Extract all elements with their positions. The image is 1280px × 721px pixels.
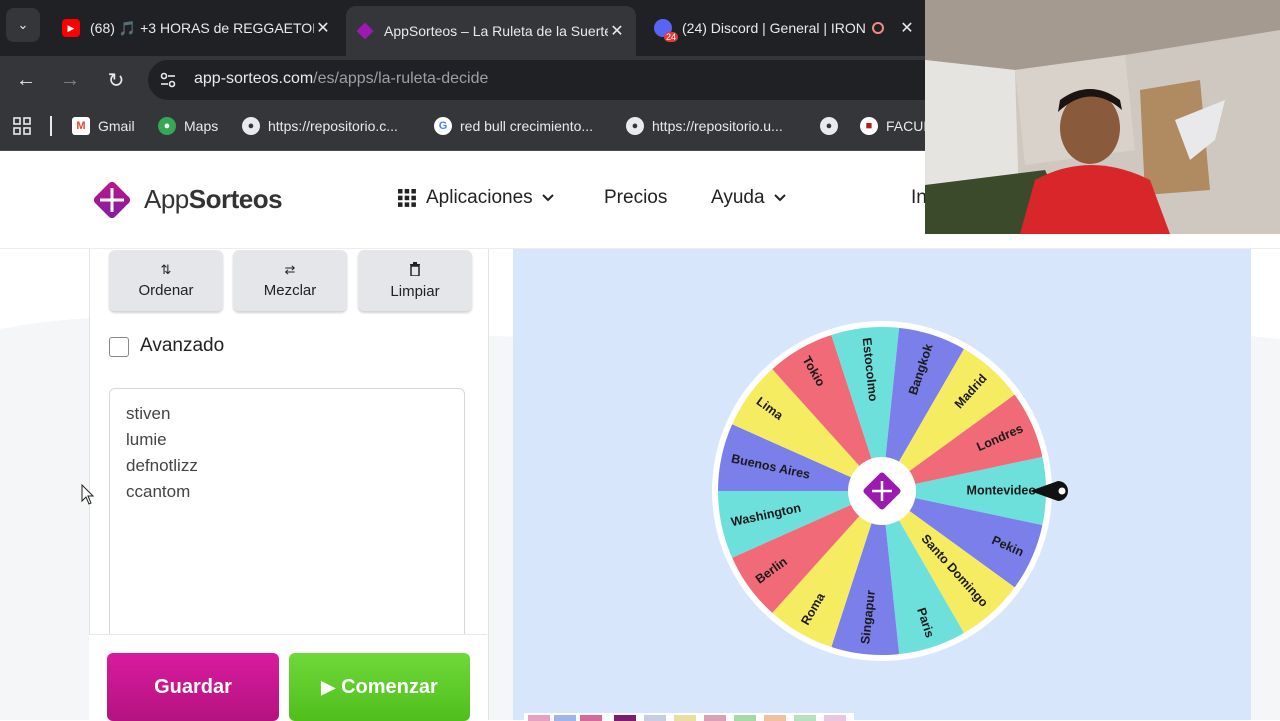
tab-title: AppSorteos – La Ruleta de la Suerte (384, 23, 608, 39)
nav-help-label: Ayuda (711, 187, 765, 208)
recording-icon (872, 22, 884, 34)
apps-grid-icon[interactable] (12, 116, 32, 136)
wheel-peg (768, 612, 774, 617)
clear-button[interactable]: Limpiar (358, 250, 472, 311)
wheel-peg (962, 632, 968, 637)
nav-help[interactable]: Ayuda (711, 187, 787, 209)
chevron-down-icon (773, 194, 786, 202)
shuffle-label: Mezclar (263, 282, 317, 299)
name-entry: defnotlizz (126, 456, 198, 475)
start-label: Comenzar (341, 675, 438, 698)
bookmark-repositorio-c[interactable]: ● https://repositorio.c... (242, 116, 398, 136)
nav-apps-label: Aplicaciones (426, 187, 533, 208)
wheel-peg (962, 345, 968, 350)
roulette-wheel[interactable]: MontevideoPekinSanto DomingoParisSingapu… (700, 318, 1080, 668)
tab-title: (24) Discord | General | IRON (682, 20, 866, 36)
bookmark-gmail[interactable]: M Gmail (72, 116, 135, 136)
appsorteos-logo-icon[interactable] (88, 176, 136, 224)
youtube-icon: ▶ (62, 19, 80, 37)
globe-icon: ● (242, 117, 260, 135)
wheel-peg (1014, 586, 1019, 591)
maps-icon: ● (158, 117, 176, 135)
wheel-peg (768, 365, 774, 370)
bookmark-label: Maps (184, 118, 219, 134)
bookmark-maps[interactable]: ● Maps (158, 116, 218, 136)
url-text[interactable]: app-sorteos.com/es/apps/la-ruleta-decide (194, 70, 488, 88)
wheel-peg (728, 556, 733, 561)
bookmark-red-bull[interactable]: Gred bull crecimiento... (434, 116, 593, 136)
chevron-down-icon (541, 194, 554, 202)
wheel-peg (897, 323, 902, 329)
wheel-peg (828, 646, 833, 652)
appsorteos-icon (356, 22, 374, 40)
url-domain: app-sorteos.com (194, 70, 314, 87)
notification-badge: 24 (663, 32, 678, 42)
globe-icon: ● (626, 117, 644, 135)
wheel-peg (1042, 523, 1047, 528)
logo-light: App (144, 184, 189, 214)
grid-icon (398, 189, 416, 207)
webcam-overlay (925, 0, 1280, 234)
save-button[interactable]: Guardar (107, 653, 279, 721)
wheel-segment-label: Montevideo (967, 483, 1037, 497)
tab-youtube[interactable]: ▶ (68) 🎵 +3 HORAS de REGGAETON ✕ (52, 6, 342, 50)
wheel-peg (1014, 391, 1019, 396)
webcam-person-image (925, 0, 1280, 234)
nav-pricing-label: Precios (604, 187, 668, 208)
bookmark-label: red bull crecimiento... (460, 118, 594, 134)
tab-search-chevron-icon[interactable]: ⌄ (6, 8, 40, 42)
sort-button[interactable]: ⇅ Ordenar (109, 250, 223, 311)
globe-icon: ● (820, 117, 838, 135)
sort-icon: ⇅ (160, 262, 172, 277)
sort-label: Ordenar (138, 282, 194, 299)
play-icon: ▶ (321, 676, 336, 697)
shuffle-icon: ⇄ (284, 262, 296, 277)
names-textarea[interactable]: stiven lumie defnotlizz ccantom (109, 388, 465, 648)
name-entry: stiven (126, 404, 171, 423)
close-icon[interactable]: ✕ (898, 18, 916, 38)
nav-apps[interactable]: Aplicaciones (398, 187, 555, 209)
discord-icon: 24 (654, 19, 678, 42)
wheel-peg (897, 653, 902, 659)
university-icon: ■ (860, 117, 878, 135)
forward-arrow-icon[interactable]: → (58, 68, 82, 92)
name-entry: lumie (126, 430, 167, 449)
logo-bold: Sorteos (188, 184, 283, 214)
tab-title: (68) 🎵 +3 HORAS de REGGAETON (90, 19, 314, 36)
bookmark-repositorio-u[interactable]: ● https://repositorio.u... (626, 116, 783, 136)
gmail-icon: M (72, 117, 90, 135)
back-arrow-icon[interactable]: ← (14, 68, 38, 92)
wheel-peg (728, 421, 733, 426)
nav-pricing[interactable]: Precios (604, 187, 667, 209)
close-icon[interactable]: ✕ (608, 21, 626, 41)
bookmark-facul[interactable]: ■ FACUL (860, 116, 931, 136)
name-entry: ccantom (126, 482, 191, 501)
clear-label: Limpiar (390, 282, 440, 300)
save-label: Guardar (154, 675, 232, 698)
google-icon: G (434, 117, 452, 135)
tab-discord[interactable]: 24 (24) Discord | General | IRON ✕ (644, 6, 926, 50)
advanced-checkbox[interactable] (109, 337, 129, 357)
bookmark-separator (50, 116, 52, 136)
close-icon[interactable]: ✕ (314, 18, 332, 38)
trash-icon (409, 261, 421, 279)
site-settings-icon[interactable] (158, 70, 180, 90)
bookmark-label: https://repositorio.u... (652, 118, 783, 134)
url-path: /es/apps/la-ruleta-decide (313, 70, 489, 87)
shuffle-button[interactable]: ⇄ Mezclar (233, 250, 347, 311)
start-button[interactable]: ▶ Comenzar (289, 653, 470, 721)
wheel-peg (828, 330, 833, 336)
bookmark-globe[interactable]: ● (820, 116, 846, 136)
bookmark-label: Gmail (98, 118, 135, 134)
bookmark-label: https://repositorio.c... (268, 118, 398, 134)
logo-text[interactable]: AppSorteos (144, 184, 283, 215)
tab-appsorteos[interactable]: AppSorteos – La Ruleta de la Suerte ✕ (346, 6, 636, 56)
wheel-peg (1042, 454, 1047, 459)
mouse-cursor-icon (81, 484, 95, 505)
wheel-peg (713, 488, 719, 494)
advanced-label: Avanzado (140, 335, 225, 356)
reload-icon[interactable]: ↻ (104, 68, 128, 92)
